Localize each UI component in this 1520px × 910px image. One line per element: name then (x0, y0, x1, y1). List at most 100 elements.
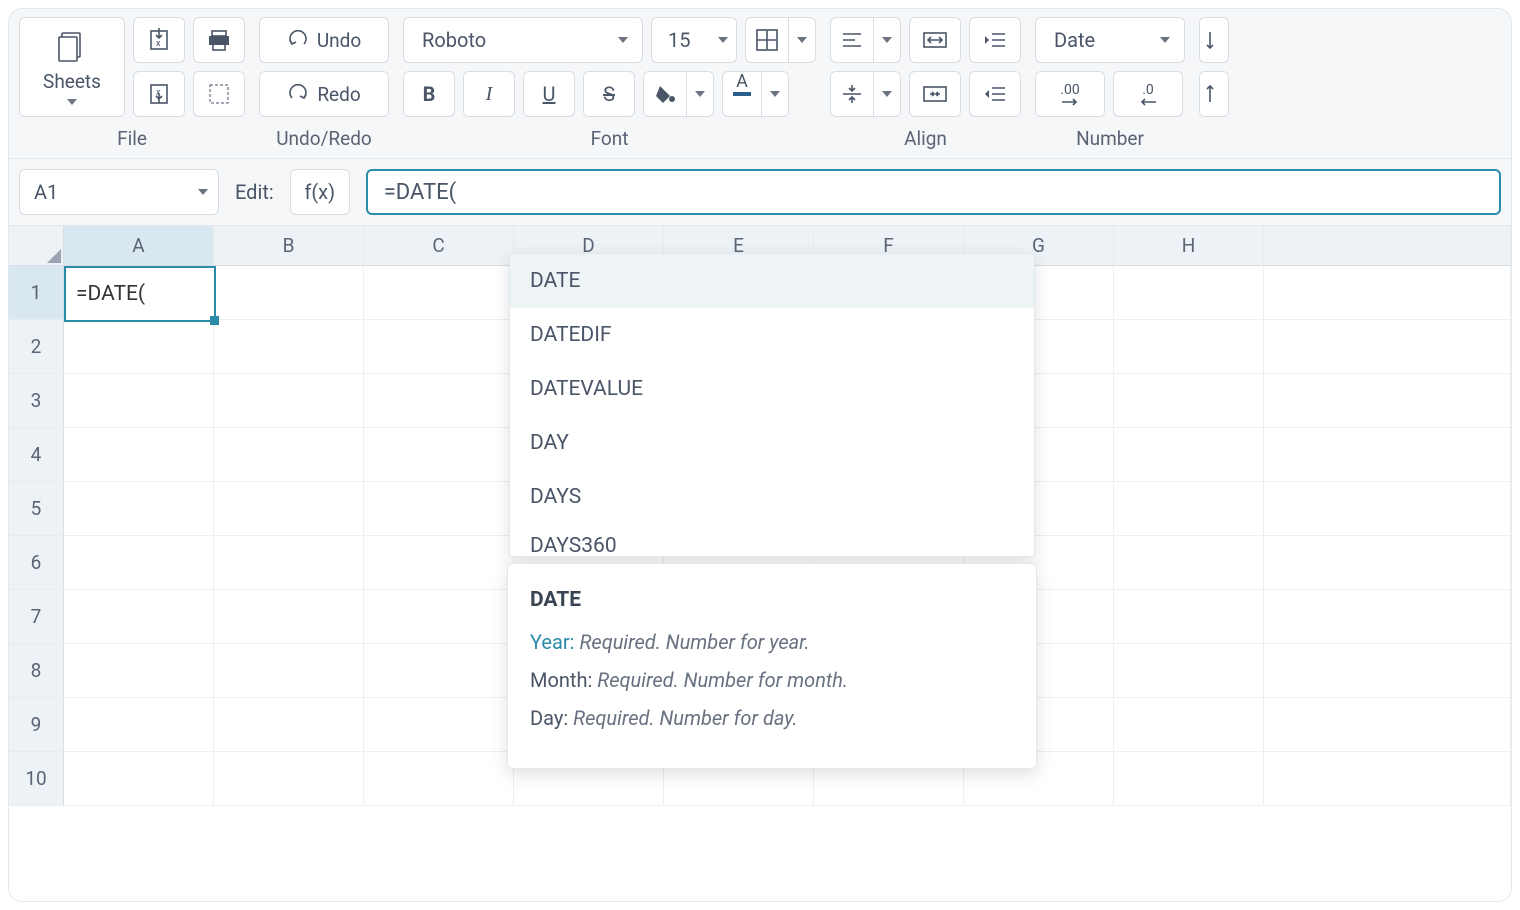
cell[interactable] (1264, 266, 1511, 320)
decrease-decimals-button[interactable]: .0 (1113, 71, 1183, 117)
cell[interactable] (1114, 752, 1264, 806)
wrap-text-button[interactable] (909, 17, 961, 63)
fill-color-button[interactable] (643, 71, 714, 117)
column-header[interactable] (1264, 226, 1511, 266)
cell[interactable] (364, 698, 514, 752)
cell[interactable] (364, 374, 514, 428)
autocomplete-item[interactable]: DATEDIF (510, 308, 1034, 362)
cell[interactable] (1114, 698, 1264, 752)
cell[interactable] (1114, 536, 1264, 590)
cell[interactable] (1114, 374, 1264, 428)
cell[interactable] (1264, 428, 1511, 482)
cell[interactable] (64, 698, 214, 752)
indent-increase-button[interactable] (969, 17, 1021, 63)
cell[interactable] (64, 536, 214, 590)
column-header[interactable]: C (364, 226, 514, 266)
select-all-corner[interactable] (9, 226, 64, 266)
fill-handle[interactable] (210, 316, 219, 325)
import-button[interactable]: x (133, 17, 185, 63)
autocomplete-item[interactable]: DAYS (510, 470, 1034, 524)
cell[interactable] (214, 374, 364, 428)
sheets-button[interactable]: Sheets (19, 17, 125, 117)
autocomplete-item[interactable]: DAY (510, 416, 1034, 470)
strikethrough-button[interactable]: S (583, 71, 635, 117)
cell[interactable] (364, 752, 514, 806)
cell[interactable] (364, 590, 514, 644)
cell[interactable] (214, 320, 364, 374)
cell[interactable] (214, 266, 364, 320)
cell[interactable] (1114, 266, 1264, 320)
autocomplete-item[interactable]: DATEVALUE (510, 362, 1034, 416)
export-button[interactable]: x (133, 71, 185, 117)
cell[interactable] (364, 266, 514, 320)
column-header[interactable]: B (214, 226, 364, 266)
sort-asc-button[interactable] (1199, 17, 1229, 63)
undo-button[interactable]: Undo (259, 17, 389, 63)
increase-decimals-button[interactable]: .00 (1035, 71, 1105, 117)
name-box[interactable]: A1 (19, 169, 219, 215)
cell[interactable] (214, 536, 364, 590)
font-name-select[interactable]: Roboto (403, 17, 643, 63)
cell[interactable] (1114, 644, 1264, 698)
cell[interactable] (1264, 752, 1511, 806)
column-header[interactable]: H (1114, 226, 1264, 266)
bold-button[interactable]: B (403, 71, 455, 117)
cell[interactable] (214, 590, 364, 644)
row-header[interactable]: 6 (9, 536, 64, 590)
row-header[interactable]: 8 (9, 644, 64, 698)
cell[interactable] (1264, 374, 1511, 428)
cell[interactable] (64, 374, 214, 428)
italic-button[interactable]: I (463, 71, 515, 117)
cell[interactable] (64, 482, 214, 536)
row-header[interactable]: 5 (9, 482, 64, 536)
autocomplete-item[interactable]: DATE (510, 254, 1034, 308)
cell[interactable] (1114, 428, 1264, 482)
cell[interactable] (214, 644, 364, 698)
sort-desc-button[interactable] (1199, 71, 1229, 117)
font-color-button[interactable]: A (722, 71, 789, 117)
merge-button[interactable] (909, 71, 961, 117)
cell[interactable] (1114, 482, 1264, 536)
halign-button[interactable] (830, 17, 901, 63)
print-button[interactable] (193, 17, 245, 63)
column-header[interactable]: A (64, 226, 214, 266)
cell[interactable] (64, 644, 214, 698)
cell[interactable] (64, 590, 214, 644)
cell[interactable] (1264, 536, 1511, 590)
cell[interactable] (214, 428, 364, 482)
cell[interactable] (1264, 698, 1511, 752)
active-cell[interactable]: =DATE( (64, 266, 216, 322)
row-header[interactable]: 7 (9, 590, 64, 644)
formula-input[interactable]: =DATE( (366, 169, 1501, 215)
cell[interactable] (1114, 320, 1264, 374)
indent-decrease-button[interactable] (969, 71, 1021, 117)
cell[interactable] (1264, 482, 1511, 536)
cell[interactable] (214, 752, 364, 806)
underline-button[interactable]: U (523, 71, 575, 117)
cell[interactable] (364, 482, 514, 536)
cell[interactable] (64, 320, 214, 374)
cell[interactable] (364, 320, 514, 374)
cell[interactable] (1114, 590, 1264, 644)
redo-button[interactable]: Redo (259, 71, 389, 117)
row-header[interactable]: 10 (9, 752, 64, 806)
row-header[interactable]: 9 (9, 698, 64, 752)
cell[interactable] (1264, 590, 1511, 644)
row-header[interactable]: 1 (9, 266, 64, 320)
cell[interactable] (64, 428, 214, 482)
cell[interactable] (364, 644, 514, 698)
cell[interactable] (1264, 644, 1511, 698)
cell[interactable] (214, 482, 364, 536)
valign-button[interactable] (830, 71, 901, 117)
cell[interactable] (364, 428, 514, 482)
cell[interactable] (64, 752, 214, 806)
borders-button[interactable] (745, 17, 816, 63)
select-area-button[interactable] (193, 71, 245, 117)
row-header[interactable]: 2 (9, 320, 64, 374)
number-format-select[interactable]: Date (1035, 17, 1185, 63)
autocomplete-item[interactable]: DAYS360 (510, 524, 1034, 556)
cell[interactable] (214, 698, 364, 752)
font-size-select[interactable]: 15 (651, 17, 737, 63)
fx-button[interactable]: f(x) (290, 169, 350, 215)
row-header[interactable]: 4 (9, 428, 64, 482)
